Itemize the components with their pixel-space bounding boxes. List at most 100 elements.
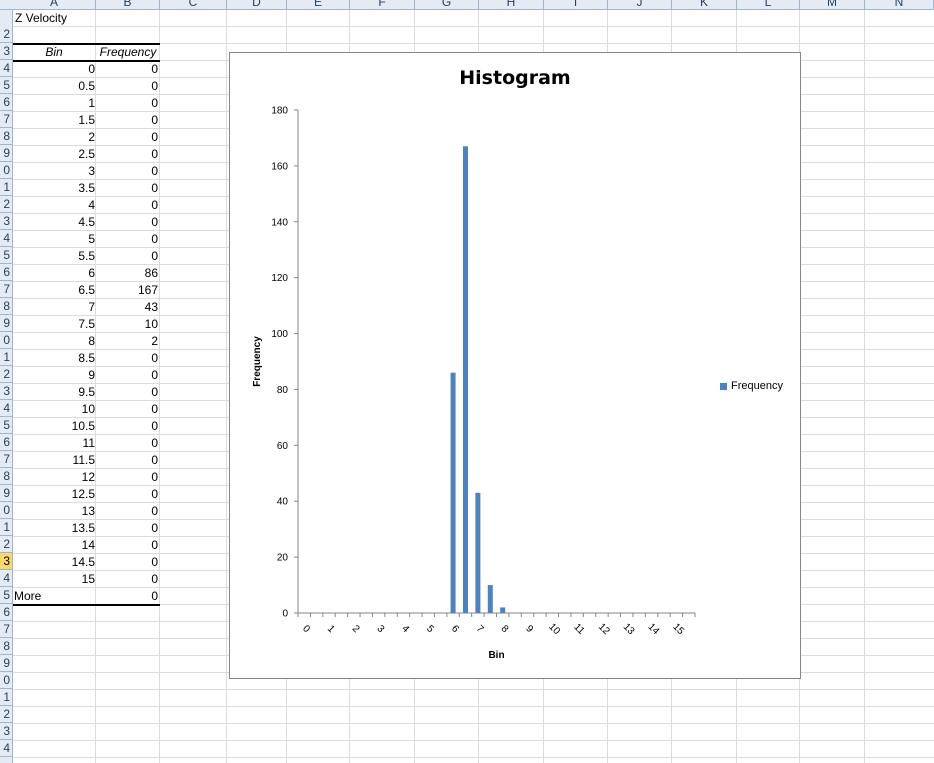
row-header[interactable]: 1	[0, 519, 12, 536]
row-header[interactable]: 2	[0, 196, 12, 213]
title-cell[interactable]: Z Velocity	[15, 10, 67, 27]
bin-cell[interactable]: 14.5	[13, 554, 95, 571]
bin-cell[interactable]: 4	[13, 197, 95, 214]
frequency-cell[interactable]: 0	[97, 571, 158, 588]
frequency-cell[interactable]: 0	[97, 197, 158, 214]
row-header[interactable]: 7	[0, 111, 12, 128]
frequency-cell[interactable]: 0	[97, 231, 158, 248]
row-header[interactable]: 0	[0, 162, 12, 179]
bin-cell[interactable]: 8	[13, 333, 95, 350]
bin-cell[interactable]: 2.5	[13, 146, 95, 163]
bin-cell[interactable]: 5	[13, 231, 95, 248]
column-header-f[interactable]: F	[350, 0, 415, 9]
row-header[interactable]: 7	[0, 621, 12, 638]
row-header[interactable]: 1	[0, 689, 12, 706]
row-header[interactable]: 6	[0, 604, 12, 621]
frequency-cell[interactable]: 0	[97, 112, 158, 129]
frequency-cell[interactable]: 0	[97, 401, 158, 418]
bin-cell[interactable]: 11.5	[13, 452, 95, 469]
row-header[interactable]: 4	[0, 570, 12, 587]
frequency-cell[interactable]: 0	[97, 486, 158, 503]
row-header[interactable]: 6	[0, 434, 12, 451]
bin-cell[interactable]: 0	[13, 61, 95, 78]
column-header-d[interactable]: D	[227, 0, 287, 9]
frequency-cell[interactable]: 0	[97, 95, 158, 112]
row-header[interactable]: 3	[0, 383, 12, 400]
row-header[interactable]: 0	[0, 332, 12, 349]
row-header[interactable]: 2	[0, 366, 12, 383]
bin-cell[interactable]: 5.5	[13, 248, 95, 265]
bin-cell[interactable]: 9.5	[13, 384, 95, 401]
frequency-cell[interactable]: 0	[97, 248, 158, 265]
bin-cell[interactable]: 6.5	[13, 282, 95, 299]
bin-cell[interactable]: 1	[13, 95, 95, 112]
chart-legend[interactable]: Frequency	[720, 380, 783, 392]
frequency-cell[interactable]: 0	[97, 129, 158, 146]
column-header-a[interactable]: A	[13, 0, 96, 9]
bin-cell[interactable]: 12.5	[13, 486, 95, 503]
frequency-cell[interactable]: 0	[97, 384, 158, 401]
row-headers[interactable]: 2345678901234567890123456789012345678901…	[0, 10, 13, 763]
bin-cell[interactable]: 0.5	[13, 78, 95, 95]
frequency-cell[interactable]: 10	[97, 316, 158, 333]
frequency-cell[interactable]: 0	[97, 520, 158, 537]
column-header-l[interactable]: L	[737, 0, 800, 9]
row-header[interactable]: 3	[0, 43, 12, 60]
frequency-cell[interactable]: 167	[97, 282, 158, 299]
row-header[interactable]: 0	[0, 672, 12, 689]
row-header[interactable]: 5	[0, 417, 12, 434]
bin-cell[interactable]: 3	[13, 163, 95, 180]
frequency-cell[interactable]: 0	[97, 367, 158, 384]
bin-cell[interactable]: 10.5	[13, 418, 95, 435]
row-header[interactable]: 5	[0, 247, 12, 264]
frequency-cell[interactable]: 0	[97, 78, 158, 95]
bin-cell[interactable]: 14	[13, 537, 95, 554]
histogram-chart[interactable]: Histogram 0 20 40 60 80 100 120 140 160 180 0 1 2 3 4 5…	[229, 52, 801, 679]
frequency-cell[interactable]: 0	[97, 418, 158, 435]
bin-cell[interactable]: 13	[13, 503, 95, 520]
bin-cell[interactable]: 15	[13, 571, 95, 588]
row-header[interactable]: 4	[0, 400, 12, 417]
bin-cell[interactable]: 3.5	[13, 180, 95, 197]
frequency-cell[interactable]: 0	[97, 435, 158, 452]
frequency-cell[interactable]: 43	[97, 299, 158, 316]
bin-cell[interactable]: 2	[13, 129, 95, 146]
row-header[interactable]: 8	[0, 128, 12, 145]
row-header[interactable]: 2	[0, 26, 12, 43]
row-header[interactable]: 0	[0, 502, 12, 519]
column-header-b[interactable]: B	[96, 0, 160, 9]
frequency-cell[interactable]: 0	[97, 537, 158, 554]
frequency-cell[interactable]: 0	[97, 163, 158, 180]
frequency-cell[interactable]: 2	[97, 333, 158, 350]
row-header[interactable]: 8	[0, 298, 12, 315]
bin-cell[interactable]: 12	[13, 469, 95, 486]
row-header[interactable]: 3	[0, 213, 12, 230]
bin-cell[interactable]: 11	[13, 435, 95, 452]
column-header-m[interactable]: M	[800, 0, 865, 9]
row-header[interactable]: 7	[0, 281, 12, 298]
bin-cell[interactable]: 7.5	[13, 316, 95, 333]
bin-cell[interactable]: 6	[13, 265, 95, 282]
row-header[interactable]: 3	[0, 553, 12, 570]
frequency-cell[interactable]: 0	[97, 350, 158, 367]
frequency-cell[interactable]: 86	[97, 265, 158, 282]
bin-header[interactable]: Bin	[13, 44, 95, 61]
row-header[interactable]: 8	[0, 638, 12, 655]
row-header[interactable]: 1	[0, 179, 12, 196]
column-headers[interactable]: ABCDEFGHIJKLMN	[0, 0, 934, 10]
bin-cell[interactable]: 8.5	[13, 350, 95, 367]
column-header-e[interactable]: E	[287, 0, 350, 9]
row-header[interactable]: 6	[0, 264, 12, 281]
column-header-n[interactable]: N	[865, 0, 934, 9]
row-header[interactable]: 1	[0, 349, 12, 366]
bin-cell[interactable]: 10	[13, 401, 95, 418]
row-header[interactable]: 9	[0, 145, 12, 162]
row-header[interactable]: 3	[0, 723, 12, 740]
row-header[interactable]: 5	[0, 587, 12, 604]
row-header[interactable]: 7	[0, 451, 12, 468]
column-header-j[interactable]: J	[608, 0, 672, 9]
frequency-cell[interactable]: 0	[97, 452, 158, 469]
column-header-g[interactable]: G	[415, 0, 479, 9]
row-header[interactable]: 4	[0, 60, 12, 77]
row-header[interactable]: 4	[0, 740, 12, 757]
